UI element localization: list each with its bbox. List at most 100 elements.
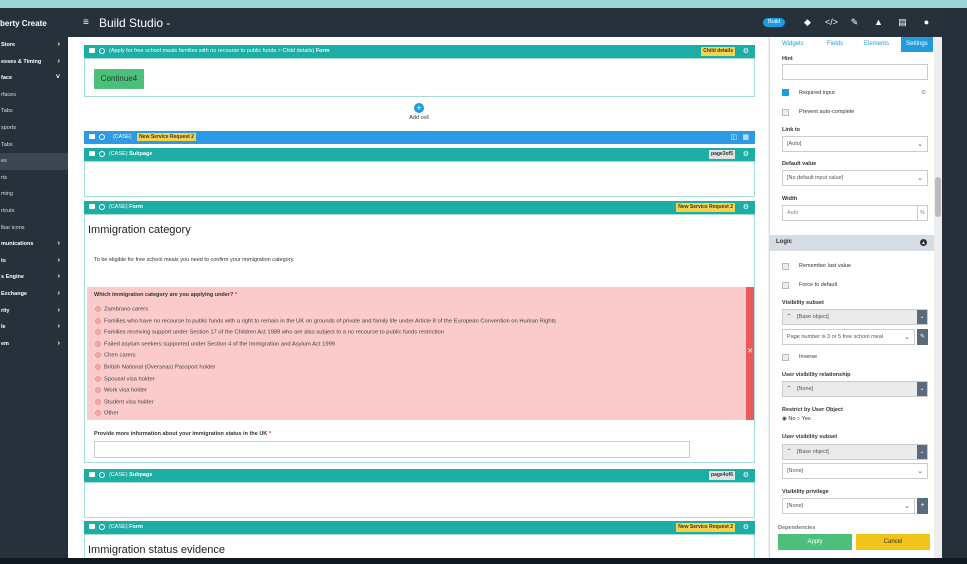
gear-icon[interactable]: ⚙ [743,201,749,214]
more-info-input[interactable] [94,441,690,458]
sidebar-item[interactable]: s Engine › [0,269,68,286]
sidebar-item[interactable]: es [0,153,68,170]
radio-circle[interactable] [95,306,101,312]
radio-no[interactable]: ◉ [782,416,787,422]
sidebar-item[interactable]: em › [0,336,68,353]
tab-elements[interactable]: Elements [864,41,889,47]
user-vis-rel-select[interactable]: ⌃ [None] ⌄ [782,381,928,397]
radio-circle[interactable] [95,340,101,347]
sidebar-item[interactable]: le › [0,319,68,336]
radio-option[interactable]: Work visa holder [95,387,147,394]
user-icon[interactable]: ● [921,17,932,28]
sidebar-item[interactable]: rity › [0,303,68,320]
remember-checkbox[interactable] [782,263,789,270]
chevron-up-icon[interactable]: ⌃ [783,382,795,396]
code-icon[interactable]: </> [825,17,838,28]
chart-icon[interactable]: ▤ [897,17,908,28]
folder-icon[interactable] [89,524,95,530]
panel-scrollbar[interactable] [934,37,942,558]
sidebar-item[interactable]: ming [0,186,68,203]
radio-circle[interactable] [95,352,101,359]
form-bar-case[interactable]: (CASE) Form New Service Request 2 ⚙ [84,201,755,214]
required-checkbox[interactable] [782,89,789,96]
hint-input[interactable] [782,64,928,80]
radio-circle[interactable] [95,387,101,394]
gear-icon[interactable]: ⚙ [921,89,926,96]
apply-button[interactable]: Apply [778,534,852,550]
wrench-icon[interactable]: ✎ [849,17,860,28]
folder-icon[interactable] [89,151,95,157]
radio-circle[interactable] [95,398,101,405]
prevent-autocomplete-checkbox[interactable] [782,109,789,116]
gear-icon[interactable]: ⚙ [743,521,749,534]
inverse-checkbox[interactable] [782,354,789,361]
tag-icon[interactable]: ◆ [802,17,813,28]
sidebar-item[interactable]: rtcuts [0,203,68,220]
sidebar-item[interactable]: Store › [0,37,68,54]
close-circle-icon[interactable] [99,523,105,530]
radio-circle[interactable] [95,410,101,417]
visibility-subset-select[interactable]: ⌃ [Base object] ⌄ [782,309,928,325]
radio-option[interactable]: Families who have no recourse to public … [95,317,556,324]
sidebar-item[interactable]: Tabs [0,137,68,154]
link-to-select[interactable]: [Auto] ⌄ [782,136,928,152]
sidebar-item[interactable]: ts › [0,253,68,270]
form-bar-evidence[interactable]: (CASE) Form New Service Request 2 ⚙ [84,521,755,534]
add-icon[interactable]: + [917,498,928,514]
radio-yes[interactable]: ○ [797,416,800,422]
sidebar-item[interactable]: rts [0,170,68,187]
sidebar-item[interactable]: rfaces [0,87,68,104]
tab-settings[interactable]: Settings [901,37,933,52]
build-badge[interactable]: Build [763,18,786,27]
flask-icon[interactable]: ▲ [873,17,884,28]
radio-option[interactable]: Zambrano carers [95,306,148,313]
radio-circle[interactable] [95,329,101,336]
radio-option[interactable]: Failed asylum seekers supported under Se… [95,340,335,347]
width-input[interactable]: Auto% [782,205,928,221]
close-circle-icon[interactable] [99,47,105,54]
radio-option[interactable]: Chen carers [95,352,136,359]
sidebar-item[interactable]: lbar icons [0,220,68,237]
sidebar-item[interactable]: sports [0,120,68,137]
radio-circle[interactable] [95,375,101,382]
tab-widgets[interactable]: Widgets [782,41,804,47]
gear-icon[interactable]: ⚙ [743,45,749,58]
subpage-bar-2[interactable]: (CASE) Subpage page4of6 ⚙ [84,469,755,482]
continue-button[interactable]: Continue4 [94,69,144,89]
radio-option[interactable]: Families receiving support under Section… [95,329,444,336]
radio-circle[interactable] [95,317,101,324]
case-bar[interactable]: (CASE) New Service Request 2 ◫ ▦ [84,131,755,144]
sidebar-item[interactable]: Exchange › [0,286,68,303]
folder-icon[interactable] [89,48,95,54]
form-bar-child-details[interactable]: (Apply for free school meals families wi… [84,45,755,58]
add-cell-button[interactable]: + Add cell [407,103,431,121]
chevron-down-icon[interactable]: ⌄ [917,445,927,459]
sidebar-item[interactable]: Tabs [0,103,68,120]
chevron-up-icon[interactable]: ⌃ [783,445,795,459]
folder-icon[interactable] [89,134,95,140]
subpage-bar-1[interactable]: (CASE) Subpage page3of5 ⚙ [84,148,755,161]
collapse-icon[interactable]: ▲ [920,239,927,246]
folder-icon[interactable] [89,472,95,478]
chevron-down-icon[interactable]: ⌄ [917,310,927,324]
close-icon[interactable]: ✕ [747,347,753,355]
edit-icon[interactable]: ✎ [917,329,928,345]
hamburger-icon[interactable]: ≡ [83,17,89,28]
gear-icon[interactable]: ⚙ [743,148,749,161]
scrollbar-thumb[interactable] [935,177,941,217]
radio-option[interactable]: British National (Overseas) Passport hol… [95,364,215,371]
close-circle-icon[interactable] [99,203,105,210]
close-circle-icon[interactable] [99,133,105,140]
layout-icon[interactable]: ◫ [730,131,737,144]
force-default-checkbox[interactable] [782,282,789,289]
sidebar-item[interactable]: munications › [0,236,68,253]
close-circle-icon[interactable] [99,471,105,478]
close-circle-icon[interactable] [99,150,105,157]
gear-icon[interactable]: ⚙ [743,469,749,482]
visibility-rule-select[interactable]: Page number is 3 or 5 free school meal ⌄ [782,329,915,345]
user-vis-subset-select[interactable]: ⌃ [Base object] ⌄ [782,444,928,460]
radio-circle[interactable] [95,364,101,370]
radio-option[interactable]: Student visa holder [95,398,154,405]
sidebar-item[interactable]: esses & Timing › [0,54,68,71]
folder-icon[interactable] [89,204,95,210]
